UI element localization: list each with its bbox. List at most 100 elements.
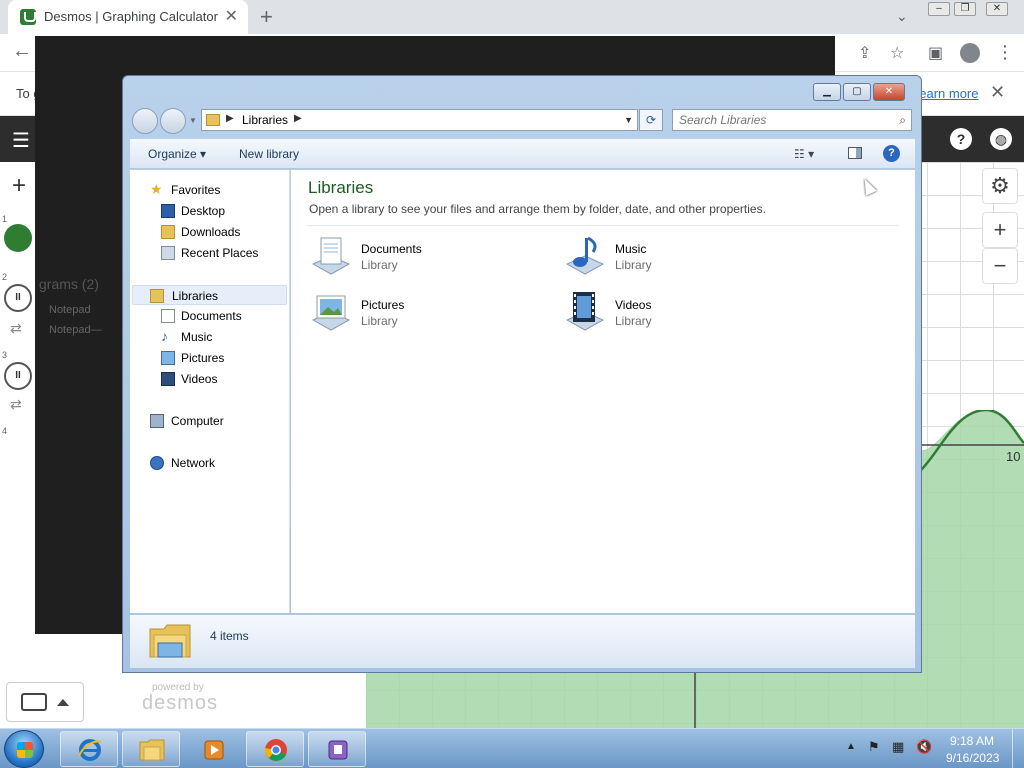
- library-tile-music[interactable]: Music Library: [561, 232, 801, 282]
- help-icon[interactable]: ?: [950, 128, 972, 150]
- expression-color-icon[interactable]: [4, 224, 32, 252]
- taskbar-internet-explorer[interactable]: [60, 731, 118, 767]
- maximize-button[interactable]: ▢: [843, 83, 871, 101]
- library-tile-videos[interactable]: Videos Library: [561, 288, 801, 338]
- nav-item-computer[interactable]: Computer: [130, 411, 290, 431]
- side-panel-icon[interactable]: ▣: [928, 43, 943, 63]
- new-tab-button[interactable]: +: [260, 4, 273, 30]
- close-button[interactable]: ✕: [873, 83, 905, 101]
- nav-item-music[interactable]: ♪ Music: [130, 327, 290, 347]
- back-button[interactable]: [132, 108, 158, 134]
- start-button[interactable]: [4, 730, 44, 768]
- clock-time[interactable]: 9:18 AM: [950, 734, 994, 748]
- address-bar[interactable]: ▶ Libraries ▶ ▼: [201, 109, 638, 131]
- network-status-icon[interactable]: ▦: [892, 739, 904, 755]
- page-title: Libraries: [308, 178, 374, 197]
- library-tile-pictures[interactable]: Pictures Library: [307, 288, 547, 338]
- action-center-flag-icon[interactable]: ⚑: [868, 739, 880, 755]
- nav-item-pictures[interactable]: Pictures: [130, 348, 290, 368]
- clock-date[interactable]: 9/16/2023: [946, 751, 999, 765]
- preview-pane-icon[interactable]: [848, 147, 862, 159]
- show-hidden-icons-chevron-icon[interactable]: ▲: [846, 741, 856, 752]
- breadcrumb-arrow-icon[interactable]: ▶: [294, 113, 302, 124]
- row-number: 1: [2, 214, 8, 224]
- nav-item-videos[interactable]: Videos: [130, 369, 290, 389]
- music-note-icon: ♪: [161, 328, 168, 344]
- content-pane: Libraries Open a library to see your fil…: [291, 170, 915, 613]
- nav-item-favorites[interactable]: ★ Favorites: [130, 180, 290, 200]
- breadcrumb-libraries[interactable]: Libraries: [242, 113, 288, 127]
- infobar-close-icon[interactable]: ✕: [990, 82, 1005, 103]
- zoom-in-button[interactable]: +: [982, 212, 1018, 248]
- browser-restore-button[interactable]: ❐: [954, 2, 976, 16]
- pause-icon[interactable]: II: [4, 362, 32, 390]
- new-library-button[interactable]: New library: [239, 147, 299, 161]
- explorer-window: ▁ ▢ ✕ ▼ ▶ Libraries ▶ ▼ ⟳ ⌕ Organize ▾ N…: [122, 75, 922, 673]
- help-icon[interactable]: ?: [883, 145, 900, 162]
- nav-item-recent-places[interactable]: Recent Places: [130, 243, 290, 263]
- row-number: 3: [2, 350, 8, 360]
- taskbar-google-chrome[interactable]: [246, 731, 304, 767]
- caret-up-icon: [57, 699, 69, 706]
- taskbar-app-window[interactable]: [308, 731, 366, 767]
- browser-minimize-button[interactable]: –: [928, 2, 950, 16]
- computer-icon: [150, 414, 164, 428]
- graph-settings-wrench-icon[interactable]: ⚙: [982, 168, 1018, 204]
- organize-label: Organize: [148, 147, 197, 161]
- documents-library-icon: [311, 237, 351, 275]
- libraries-folder-icon: [206, 114, 220, 126]
- keypad-toggle-button[interactable]: [6, 682, 84, 722]
- library-name: Documents: [361, 242, 422, 256]
- taskbar-media-player[interactable]: [184, 731, 242, 767]
- recent-places-icon: [161, 246, 175, 260]
- address-dropdown-icon[interactable]: ▼: [624, 115, 633, 125]
- tab-close-icon[interactable]: ✕: [225, 6, 238, 26]
- zoom-out-button[interactable]: −: [982, 248, 1018, 284]
- search-field[interactable]: ⌕: [672, 109, 912, 131]
- ghost-text: grams (2): [39, 276, 99, 292]
- tab-title: Desmos | Graphing Calculator: [44, 9, 218, 24]
- x-axis-tick-label: 10: [1006, 449, 1021, 464]
- browser-menu-icon[interactable]: ⋮: [996, 42, 1014, 63]
- browser-back-icon[interactable]: ←: [12, 40, 32, 63]
- documents-icon: [161, 309, 175, 323]
- nav-item-documents[interactable]: Documents: [130, 306, 290, 326]
- loop-icon[interactable]: ⇄: [10, 320, 22, 337]
- share-icon[interactable]: ⇪: [858, 43, 871, 63]
- nav-item-downloads[interactable]: Downloads: [130, 222, 290, 242]
- browser-close-button[interactable]: ✕: [986, 2, 1008, 16]
- change-view-icon[interactable]: ☷ ▾: [794, 147, 814, 161]
- taskbar: ▲ ⚑ ▦ 🔇 9:18 AM 9/16/2023: [0, 728, 1024, 768]
- organize-button[interactable]: Organize ▾: [148, 147, 206, 161]
- nav-item-libraries[interactable]: Libraries: [132, 285, 287, 305]
- profile-avatar-icon[interactable]: [960, 43, 980, 63]
- library-tile-documents[interactable]: Documents Library: [307, 232, 547, 282]
- nav-label: Desktop: [181, 204, 226, 218]
- pause-icon[interactable]: II: [4, 284, 32, 312]
- browser-tab-desmos[interactable]: Desmos | Graphing Calculator ✕: [8, 0, 248, 34]
- nav-item-network[interactable]: Network: [130, 453, 290, 473]
- internet-explorer-icon: [78, 739, 102, 761]
- network-icon: [150, 456, 164, 470]
- history-dropdown-icon[interactable]: ▼: [189, 116, 197, 125]
- nav-item-desktop[interactable]: Desktop: [130, 201, 290, 221]
- volume-muted-icon[interactable]: 🔇: [916, 739, 932, 755]
- search-input[interactable]: [679, 113, 879, 127]
- nav-label: Documents: [181, 309, 242, 323]
- loop-icon[interactable]: ⇄: [10, 396, 22, 413]
- show-desktop-button[interactable]: [1012, 729, 1024, 768]
- taskbar-windows-explorer[interactable]: [122, 731, 180, 767]
- row-number: 2: [2, 272, 8, 282]
- refresh-icon[interactable]: ⟳: [639, 109, 663, 131]
- tab-search-chevron-icon[interactable]: ⌄: [896, 8, 908, 25]
- keyboard-icon: [21, 693, 47, 711]
- breadcrumb-arrow-icon[interactable]: ▶: [226, 113, 234, 124]
- minimize-button[interactable]: ▁: [813, 83, 841, 101]
- bookmark-star-icon[interactable]: ☆: [890, 43, 904, 63]
- language-globe-icon[interactable]: ◍: [990, 128, 1012, 150]
- library-name: Videos: [615, 298, 652, 312]
- hamburger-menu-icon[interactable]: ☰: [12, 128, 30, 153]
- forward-button[interactable]: [160, 108, 186, 134]
- search-icon[interactable]: ⌕: [899, 113, 906, 128]
- add-expression-icon[interactable]: +: [12, 172, 26, 200]
